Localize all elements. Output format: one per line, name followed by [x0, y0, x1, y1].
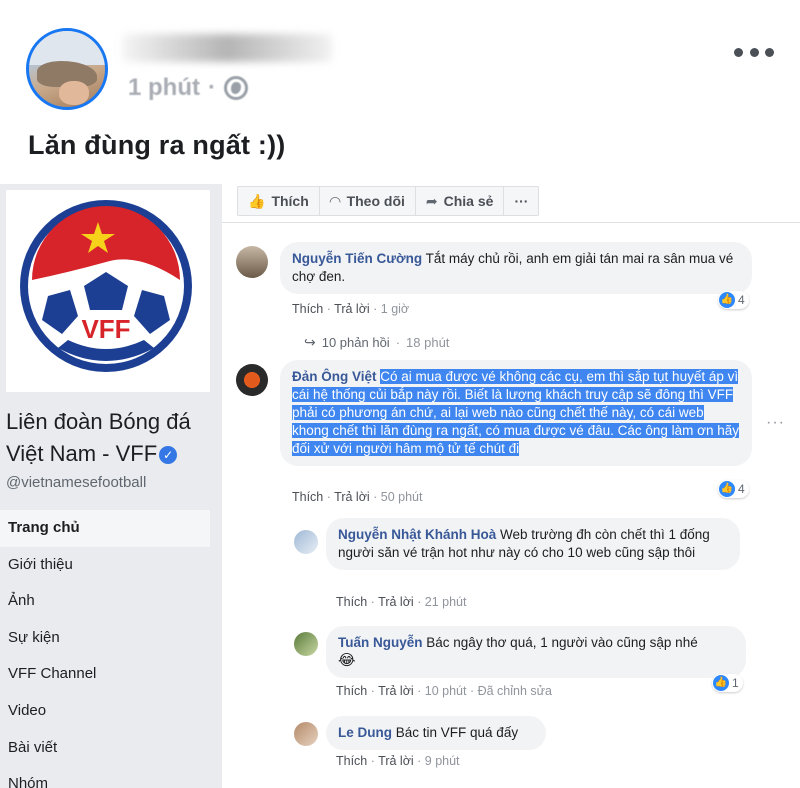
thumbs-up-icon: 👍 — [248, 192, 266, 209]
like-reaction-icon: 👍 — [713, 675, 729, 691]
page-action-bar: 👍 Thích ◠ Theo dõi ➦ Chia sẻ ··· — [237, 186, 540, 216]
reply-bubble: Tuấn Nguyễn Bác ngây thơ quá, 1 người và… — [326, 626, 746, 678]
post-header: 1 phút · — [0, 0, 800, 120]
reaction-count[interactable]: 👍 4 — [718, 291, 749, 309]
page-name[interactable]: Liên đoàn Bóng đá Việt Nam - VFF ✓ — [6, 406, 221, 470]
commenter-name[interactable]: Nguyễn Tiến Cường — [292, 251, 422, 266]
comment-meta: Thích · Trả lời · 10 phút · Đã chỉnh sửa — [336, 684, 552, 698]
follow-button[interactable]: ◠ Theo dõi — [320, 187, 416, 215]
page-handle[interactable]: @vietnamesefootball — [6, 474, 146, 491]
sidebar-item-video[interactable]: Video — [0, 693, 210, 730]
sidebar-item-events[interactable]: Sự kiện — [0, 620, 210, 657]
vff-logo-text: VFF — [81, 314, 130, 344]
edited-label[interactable]: Đã chỉnh sửa — [478, 684, 552, 698]
avatar[interactable] — [294, 530, 318, 554]
commenter-name[interactable]: Le Dung — [338, 725, 392, 740]
page-main: 👍 Thích ◠ Theo dõi ➦ Chia sẻ ··· Nguyễn … — [222, 184, 800, 788]
comment-time[interactable]: 9 phút — [425, 754, 460, 768]
sidebar-item-vff-channel[interactable]: VFF Channel — [0, 656, 210, 693]
like-page-button[interactable]: 👍 Thích — [238, 187, 320, 215]
author-name-blurred — [122, 34, 332, 62]
comment-time[interactable]: 21 phút — [425, 595, 467, 609]
share-arrow-icon: ➦ — [425, 192, 438, 209]
page-sidebar: VFF Liên đoàn Bóng đá Việt Nam - VFF ✓ @v… — [0, 184, 222, 788]
reply-arrow-icon: ↪ — [304, 334, 316, 350]
more-actions-button[interactable]: ··· — [504, 187, 538, 215]
page-profile-picture[interactable]: VFF — [6, 190, 210, 392]
avatar[interactable] — [294, 632, 318, 656]
commenter-name[interactable]: Tuấn Nguyễn — [338, 635, 423, 650]
share-button[interactable]: ➦ Chia sẻ — [416, 187, 505, 215]
vff-logo: VFF — [20, 200, 192, 372]
post-time[interactable]: 1 phút — [128, 74, 200, 102]
avatar[interactable] — [236, 246, 268, 278]
commenter-name[interactable]: Nguyễn Nhật Khánh Hoà — [338, 527, 496, 542]
reply-bubble: Nguyễn Nhật Khánh Hoà Web trường đh còn … — [326, 518, 740, 570]
embedded-screenshot: VFF Liên đoàn Bóng đá Việt Nam - VFF ✓ @v… — [0, 184, 800, 788]
comment-bubble: Đản Ông Việt Có ai mua được vé không các… — [280, 360, 752, 466]
comment-meta: Thích · Trả lời · 1 giờ — [292, 302, 410, 316]
comment-meta: Thích · Trả lời · 9 phút — [336, 754, 460, 768]
comment-text: Bác ngây thơ quá, 1 người vào cũng sập n… — [426, 635, 698, 650]
verified-badge-icon: ✓ — [159, 446, 178, 465]
comment-like-link[interactable]: Thích — [336, 684, 367, 698]
rss-icon: ◠ — [329, 192, 341, 209]
comment-reply-link[interactable]: Trả lời — [334, 302, 370, 316]
comment-time[interactable]: 1 giờ — [381, 302, 409, 316]
comment-reply-link[interactable]: Trả lời — [334, 490, 370, 504]
sidebar-item-posts[interactable]: Bài viết — [0, 730, 210, 767]
comment-text: Bác tin VFF quá đấy — [395, 725, 519, 740]
laughing-emoji-icon: 😂 — [338, 652, 356, 669]
sidebar-item-photos[interactable]: Ảnh — [0, 583, 210, 620]
comment-like-link[interactable]: Thích — [292, 302, 323, 316]
comment-like-link[interactable]: Thích — [336, 595, 367, 609]
comment-meta: Thích · Trả lời · 50 phút — [292, 490, 423, 504]
post-text: Lăn đùng ra ngất :)) — [28, 130, 286, 160]
comment-reply-link[interactable]: Trả lời — [378, 684, 414, 698]
post-meta: 1 phút · — [128, 74, 248, 102]
view-replies-link[interactable]: ↪ 10 phản hồi · 18 phút — [304, 334, 449, 351]
sidebar-item-home[interactable]: Trang chủ — [0, 510, 210, 547]
comment-reply-link[interactable]: Trả lời — [378, 754, 414, 768]
avatar[interactable] — [236, 364, 268, 396]
commenter-name[interactable]: Đản Ông Việt — [292, 369, 377, 384]
comment-bubble: Nguyễn Tiến Cường Tắt máy chủ rồi, anh e… — [280, 242, 752, 294]
comment-reply-link[interactable]: Trả lời — [378, 595, 414, 609]
comment-like-link[interactable]: Thích — [292, 490, 323, 504]
more-options-icon[interactable] — [734, 44, 774, 60]
reaction-count[interactable]: 👍 4 — [718, 480, 749, 498]
page-nav: Trang chủ Giới thiệu Ảnh Sự kiện VFF Cha… — [0, 510, 210, 788]
sidebar-item-about[interactable]: Giới thiệu — [0, 547, 210, 584]
like-reaction-icon: 👍 — [719, 292, 735, 308]
reaction-count[interactable]: 👍 1 — [712, 674, 743, 692]
meta-separator: · — [208, 74, 216, 101]
comment-time[interactable]: 10 phút — [425, 684, 467, 698]
comment-meta: Thích · Trả lời · 21 phút — [336, 595, 467, 609]
comment-time[interactable]: 50 phút — [381, 490, 423, 504]
comment-like-link[interactable]: Thích — [336, 754, 367, 768]
divider — [222, 222, 800, 223]
globe-icon — [224, 76, 248, 100]
reply-bubble: Le Dung Bác tin VFF quá đấy — [326, 716, 546, 750]
avatar[interactable] — [294, 722, 318, 746]
like-reaction-icon: 👍 — [719, 481, 735, 497]
author-avatar[interactable] — [26, 28, 108, 110]
comment-options-icon[interactable]: ··· — [766, 414, 785, 432]
sidebar-item-groups[interactable]: Nhóm — [0, 766, 210, 788]
